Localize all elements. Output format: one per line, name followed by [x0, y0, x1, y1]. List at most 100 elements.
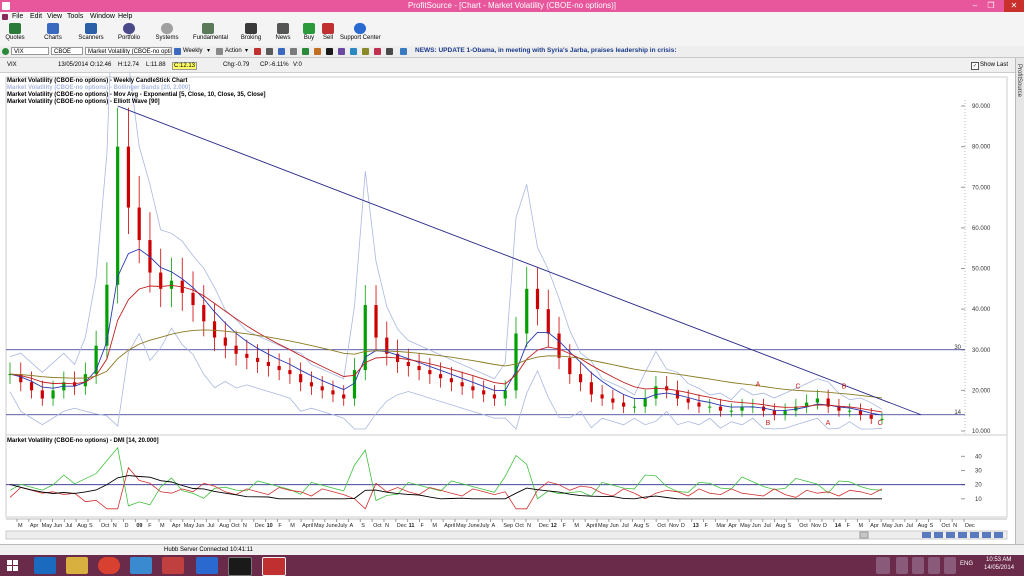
fundamental-button[interactable]: Fundamental	[193, 23, 228, 45]
date-tick-label: M	[432, 523, 437, 529]
title-bar: ProfitSource - [Chart - Market Volatilit…	[0, 0, 1024, 12]
date-tick-label: May	[184, 523, 195, 529]
template-icon[interactable]	[350, 48, 357, 55]
keyboard-icon[interactable]	[876, 557, 890, 574]
show-last-label[interactable]: Show Last	[980, 62, 1008, 68]
portfolio-button[interactable]: Portfolio	[114, 23, 144, 45]
candle	[83, 374, 87, 387]
broking-button[interactable]: Broking	[236, 23, 266, 45]
app-icon-red[interactable]	[162, 557, 184, 574]
zoom-icon[interactable]	[266, 48, 273, 55]
scanners-button[interactable]: Scanners	[76, 23, 106, 45]
chart-area[interactable]: 10.000 20.000 30.000 40.000 50.000 60.000 70.0…	[0, 73, 1015, 544]
alert-icon[interactable]	[374, 48, 381, 55]
refresh-icon[interactable]	[278, 48, 285, 55]
date-tick-label: Aug	[776, 523, 786, 529]
news-ticker[interactable]: NEWS: UPDATE 1-Obama, in meeting with Sy…	[415, 47, 677, 54]
date-tick-label: June	[326, 523, 338, 529]
candle	[299, 374, 303, 383]
date-tick-label: Jul	[622, 523, 629, 529]
menu-edit[interactable]: Edit	[30, 13, 42, 20]
period-chevron-icon[interactable]: ▾	[207, 47, 210, 54]
app-icon-dark[interactable]	[228, 557, 252, 576]
dmi-tick-label: 40	[975, 454, 982, 460]
sell-button[interactable]: Sell	[313, 23, 343, 45]
show-last-checkbox[interactable]: ✓	[971, 62, 979, 70]
app-menu-icon[interactable]	[2, 14, 8, 20]
candle	[514, 333, 518, 391]
minimize-button[interactable]: –	[968, 0, 982, 12]
exchange-input[interactable]: CBOE	[51, 47, 83, 55]
menu-window[interactable]: Window	[90, 13, 115, 20]
calculator-icon[interactable]	[130, 557, 152, 574]
candle	[772, 410, 776, 415]
candle	[212, 321, 217, 338]
security-name-field[interactable]: Market Volatility (CBOE-no option	[85, 47, 172, 55]
quotes-button[interactable]: Quotes	[0, 23, 30, 45]
link-icon[interactable]	[2, 48, 9, 55]
clock-time[interactable]: 10:53 AM	[986, 557, 1011, 563]
language-indicator[interactable]: ENG	[960, 561, 973, 567]
start-button[interactable]	[2, 557, 24, 574]
network-icon[interactable]	[912, 557, 924, 574]
print-icon[interactable]	[386, 48, 393, 55]
news-feed-icon[interactable]	[400, 48, 407, 55]
symbol-input[interactable]: VIX	[11, 47, 49, 55]
flag-icon[interactable]	[944, 557, 956, 574]
candle	[708, 406, 712, 408]
portfolio-icon	[123, 23, 135, 34]
systems-icon	[161, 23, 173, 34]
hammer-icon[interactable]	[326, 48, 333, 55]
date-tick-label: Dec	[397, 523, 407, 529]
action-dropdown[interactable]: Action	[225, 48, 242, 54]
fit-icon	[970, 532, 979, 538]
date-tick-label: M	[18, 523, 23, 529]
candle	[449, 378, 453, 383]
support-center-button[interactable]: Support Center	[340, 23, 381, 45]
date-tick-label: 10	[267, 523, 273, 529]
candle	[51, 390, 55, 399]
side-tab[interactable]: ProfitSource	[1015, 58, 1024, 548]
action-chevron-icon[interactable]: ▾	[245, 47, 248, 54]
menu-view[interactable]: View	[47, 13, 62, 20]
date-tick-label: May	[598, 523, 609, 529]
ie-icon[interactable]	[34, 557, 56, 574]
candle	[137, 207, 141, 241]
indicator-icon[interactable]	[302, 48, 309, 55]
y-tick-label: 30.000	[972, 348, 991, 354]
systems-button[interactable]: Systems	[152, 23, 182, 45]
date-tick-label: Aug	[918, 523, 928, 529]
period-dropdown[interactable]: Weekly	[183, 48, 203, 54]
date-tick-label: S	[89, 523, 93, 529]
app-icon-blue[interactable]	[196, 557, 218, 574]
menu-file[interactable]: File	[12, 13, 23, 20]
tray-icon[interactable]	[896, 557, 908, 574]
date-tick-label: D	[681, 523, 685, 529]
candle	[697, 402, 701, 407]
clock-date[interactable]: 14/05/2014	[984, 565, 1014, 571]
profitsource-taskbar-icon[interactable]	[262, 557, 286, 576]
candle	[632, 406, 636, 408]
maximize-button[interactable]: ❐	[984, 0, 998, 12]
layout-icon[interactable]	[338, 48, 345, 55]
down-arrow-icon[interactable]	[254, 48, 261, 55]
close-button[interactable]: ✕	[1004, 0, 1024, 12]
candle	[503, 390, 507, 399]
file-explorer-icon[interactable]	[66, 557, 88, 574]
broking-icon	[245, 23, 257, 34]
charts-button[interactable]: Charts	[38, 23, 68, 45]
menu-tools[interactable]: Tools	[67, 13, 83, 20]
scan-icon[interactable]	[362, 48, 369, 55]
drawing-icon[interactable]	[314, 48, 321, 55]
candle	[374, 305, 378, 338]
support-label-30: 30	[954, 345, 961, 351]
settings-icon[interactable]	[290, 48, 297, 55]
candle	[848, 410, 852, 412]
volume-icon[interactable]	[928, 557, 940, 574]
candle	[869, 414, 873, 419]
menu-help[interactable]: Help	[118, 13, 132, 20]
chrome-icon[interactable]	[98, 557, 120, 574]
date-tick-label: D	[823, 523, 827, 529]
date-tick-label: Jul	[764, 523, 771, 529]
last-page-icon	[994, 532, 1003, 538]
